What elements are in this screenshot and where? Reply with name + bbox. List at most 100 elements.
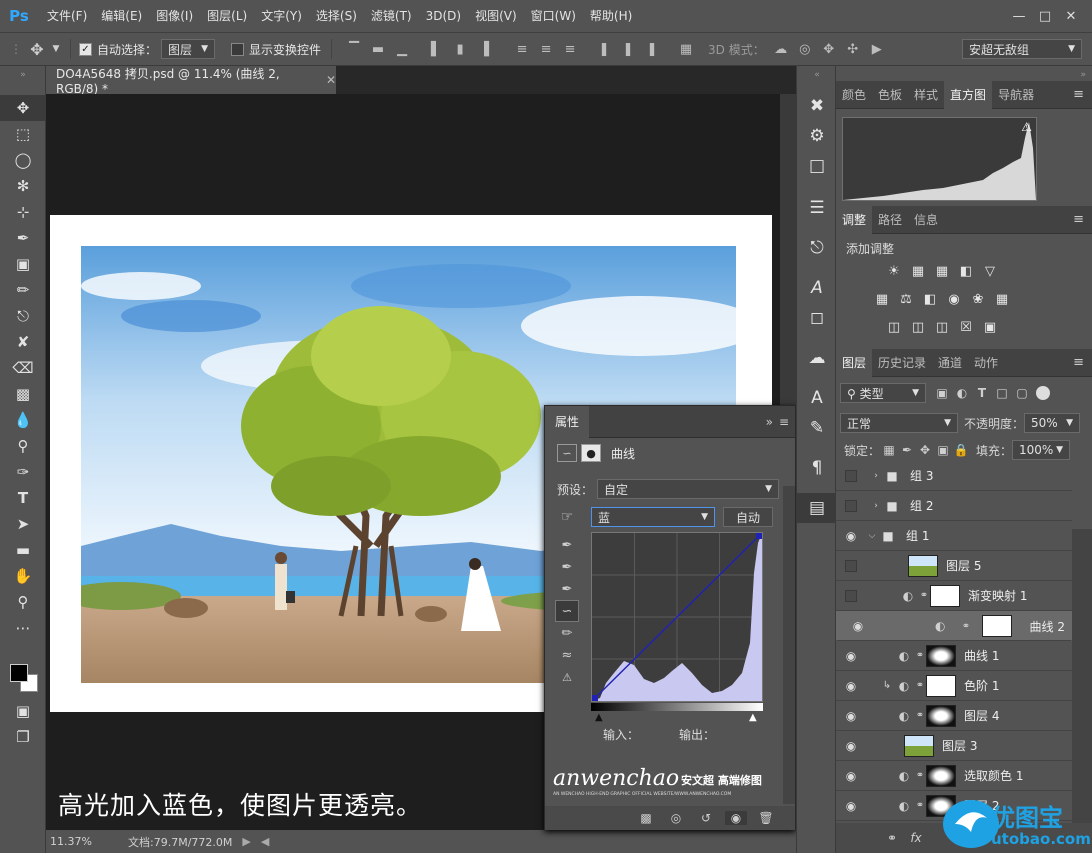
creative-cloud-icon[interactable]: ☁: [797, 343, 837, 373]
curve-graph[interactable]: [591, 532, 763, 702]
layer-filter-dropdown[interactable]: ⚲ 类型 ▼: [840, 383, 926, 403]
layer-mask-thumbnail[interactable]: [926, 644, 956, 667]
auto-select-dropdown[interactable]: 图层 ▼: [161, 39, 216, 59]
clip-to-layer-icon[interactable]: ▩: [635, 811, 657, 825]
brushes-icon[interactable]: ✎: [797, 413, 837, 443]
layer-mask-thumbnail[interactable]: [926, 674, 956, 697]
distribute-vcenter-icon[interactable]: ≡: [536, 39, 556, 59]
chain-link-icon[interactable]: ⚭: [918, 590, 930, 601]
warning-icon[interactable]: ⚠: [1021, 120, 1032, 134]
more-tools-icon[interactable]: ⋯: [0, 615, 46, 641]
black-point-eyedropper-icon[interactable]: ✒: [555, 534, 579, 556]
visibility-box[interactable]: [845, 589, 857, 602]
properties-panel-icon[interactable]: ▤: [797, 493, 837, 523]
layer-row[interactable]: › ■ 组 3: [836, 461, 1072, 491]
visibility-icon[interactable]: ◉: [725, 811, 747, 825]
black-slider-icon[interactable]: ▲: [595, 712, 603, 723]
layer-row[interactable]: 图层 5: [836, 551, 1072, 581]
visibility-box[interactable]: [845, 469, 857, 482]
menu-item[interactable]: 图像(I): [149, 0, 200, 32]
brush-preset-icon[interactable]: ⚙: [797, 121, 837, 151]
collapse-panel-icon[interactable]: »: [766, 415, 773, 429]
gray-point-eyedropper-icon[interactable]: ✒: [555, 556, 579, 578]
chevron-down-icon[interactable]: ▼: [50, 44, 62, 54]
smooth-curve-icon[interactable]: ≈: [555, 644, 579, 666]
eye-icon[interactable]: ◉: [840, 705, 862, 727]
tab-layers_tabs-2[interactable]: 通道: [932, 349, 968, 377]
roll-3d-icon[interactable]: ◎: [795, 39, 815, 59]
close-icon[interactable]: ✕: [1058, 6, 1084, 26]
eye-icon[interactable]: ◉: [840, 645, 862, 667]
menu-item[interactable]: 视图(V): [468, 0, 524, 32]
menu-item[interactable]: 文件(F): [40, 0, 94, 32]
layer-row[interactable]: ◉ ◐ ⚭ 选取颜色 1: [836, 761, 1072, 791]
move-tool-icon[interactable]: ✥: [24, 40, 50, 59]
selective-color-icon[interactable]: ☒: [956, 318, 976, 336]
chain-link-icon[interactable]: ⚭: [960, 621, 972, 632]
white-point-eyedropper-icon[interactable]: ✒: [555, 578, 579, 600]
blend-mode-dropdown[interactable]: 正常 ▼: [840, 413, 958, 433]
close-tab-icon[interactable]: ✕: [326, 73, 336, 87]
menu-item[interactable]: 选择(S): [309, 0, 364, 32]
lock-position-icon[interactable]: ✥: [916, 443, 934, 457]
screen-mode-icon[interactable]: ❐: [0, 724, 46, 750]
align-bottom-icon[interactable]: ▁: [392, 39, 412, 59]
adjustments-sliders-icon[interactable]: ☰: [797, 193, 837, 223]
properties-tab[interactable]: 属性: [545, 405, 590, 438]
eyedropper-tool[interactable]: ✒: [0, 225, 46, 251]
eye-icon[interactable]: ◉: [840, 675, 862, 697]
panel-menu-icon[interactable]: ≡: [1073, 355, 1084, 370]
layer-mask-thumbnail[interactable]: [981, 615, 1012, 637]
workspace-dropdown[interactable]: 安超无敌组 ▼: [962, 39, 1082, 59]
auto-select-checkbox[interactable]: ✓: [79, 42, 92, 56]
paragraph-icon[interactable]: ¶: [797, 453, 837, 483]
menu-item[interactable]: 帮助(H): [583, 0, 639, 32]
tab-adjust_tabs-0[interactable]: 调整: [836, 205, 873, 234]
marquee-tool[interactable]: ⬚: [0, 121, 46, 147]
threshold-icon[interactable]: ◫: [932, 318, 952, 336]
filter-adjust-icon[interactable]: ◐: [952, 386, 972, 400]
chevron-down-icon[interactable]: ⌵: [866, 531, 878, 541]
curves-adj-icon[interactable]: ▦: [932, 262, 952, 280]
tab-adjust_tabs-1[interactable]: 路径: [872, 206, 908, 234]
layer-row[interactable]: ◉ ↳ ◐ ⚭ 色阶 1: [836, 671, 1072, 701]
eye-icon[interactable]: ◉: [847, 615, 869, 637]
distribute-right-icon[interactable]: ❚: [642, 39, 662, 59]
layer-row[interactable]: ◉ ⌵ ■ 组 1: [836, 521, 1072, 551]
chain-link-icon[interactable]: ⚭: [914, 680, 926, 691]
channel-mixer-icon[interactable]: ❀: [968, 290, 988, 308]
zoom-readout[interactable]: 11.37%: [50, 835, 110, 848]
hue-icon[interactable]: ▦: [872, 290, 892, 308]
tab-layers_tabs-3[interactable]: 动作: [968, 349, 1004, 377]
move-tool[interactable]: ✥: [0, 95, 46, 121]
align-vcenter-icon[interactable]: ▬: [368, 39, 388, 59]
stamp-tool[interactable]: ⎋: [0, 303, 46, 329]
color-lookup-icon[interactable]: ▦: [992, 290, 1012, 308]
brightness-icon[interactable]: ☀: [884, 262, 904, 280]
camera-3d-icon[interactable]: ▶: [867, 39, 887, 59]
tab-layers_tabs-0[interactable]: 图层: [836, 348, 873, 377]
maximize-icon[interactable]: □: [1032, 6, 1058, 26]
chain-link-icon[interactable]: ⚭: [914, 650, 926, 661]
link-layers-icon[interactable]: ⚭: [880, 831, 904, 845]
layer-row[interactable]: ◉ 图层 3: [836, 731, 1072, 761]
menu-item[interactable]: 图层(L): [200, 0, 254, 32]
eye-icon[interactable]: ◉: [840, 735, 862, 757]
delete-icon[interactable]: 🗑: [755, 811, 777, 825]
chevron-right-icon[interactable]: ›: [870, 501, 882, 511]
dodge-tool[interactable]: ⚲: [0, 433, 46, 459]
lasso-tool[interactable]: ◯: [0, 147, 46, 173]
visibility-box[interactable]: [845, 499, 857, 512]
lock-artboard-icon[interactable]: ▣: [934, 443, 952, 457]
hand-tool[interactable]: ✋: [0, 563, 46, 589]
stamp-panel-icon[interactable]: ⎋: [797, 233, 837, 263]
lock-all-icon[interactable]: 🔒: [952, 443, 970, 457]
lock-transparent-icon[interactable]: ▦: [880, 443, 898, 457]
exposure-icon[interactable]: ◧: [956, 262, 976, 280]
clipping-warning-icon[interactable]: ⚠: [555, 666, 579, 688]
tab-layers_tabs-1[interactable]: 历史记录: [872, 349, 932, 377]
layer-mask-thumbnail[interactable]: [930, 584, 960, 607]
distribute-bottom-icon[interactable]: ≡: [560, 39, 580, 59]
eye-icon[interactable]: ◉: [840, 765, 862, 787]
eye-icon[interactable]: ◉: [840, 795, 862, 817]
